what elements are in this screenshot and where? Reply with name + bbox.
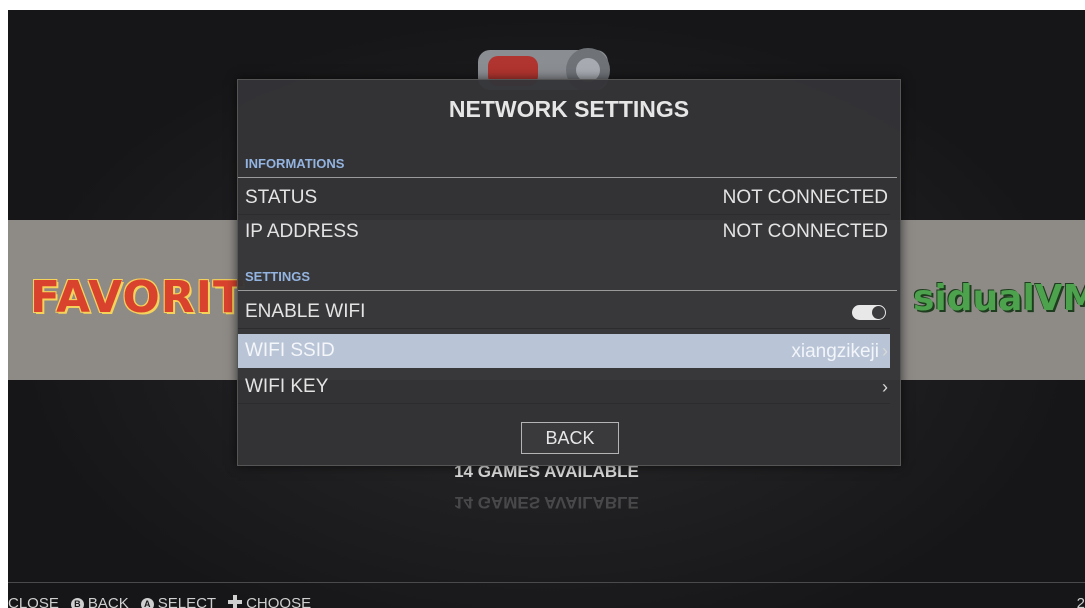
wifi-ssid-row[interactable]: WIFI SSID xiangzikeji › — [238, 334, 890, 368]
status-label: STATUS — [245, 187, 318, 208]
toggle-knob — [872, 306, 885, 319]
status-row: STATUS NOT CONNECTED — [238, 181, 890, 215]
help-bar: CLOSE B BACK A SELECT CHOOSE — [8, 595, 1085, 608]
chevron-right-icon: › — [882, 377, 888, 397]
section-informations: INFORMATIONS — [238, 156, 897, 178]
chevron-right-icon: › — [882, 341, 888, 361]
favorites-banner-text: FAVORIT — [30, 272, 245, 323]
games-available-reflection: 14 GAMES AVAILABLE — [454, 493, 639, 512]
wifi-ssid-value: xiangzikeji — [791, 341, 879, 362]
back-button[interactable]: BACK — [521, 422, 619, 454]
ip-address-label: IP ADDRESS — [245, 221, 359, 242]
enable-wifi-label: ENABLE WIFI — [245, 301, 366, 322]
help-close: CLOSE — [8, 595, 59, 608]
wifi-key-row[interactable]: WIFI KEY › — [238, 370, 890, 404]
wifi-ssid-label: WIFI SSID — [245, 340, 335, 361]
wifi-key-label: WIFI KEY — [245, 376, 329, 397]
help-back: BACK — [87, 595, 129, 608]
enable-wifi-row[interactable]: ENABLE WIFI — [238, 295, 890, 329]
wifi-key-value-wrap: › — [879, 370, 888, 405]
controller-button-b-icon: B — [70, 598, 84, 608]
ip-address-value: NOT CONNECTED — [722, 221, 888, 242]
section-settings: SETTINGS — [238, 269, 897, 291]
dpad-icon — [228, 595, 243, 608]
footer-divider — [8, 582, 1085, 583]
tv-screen: FAVORIT sidualVM 14 GAMES AVAILABLE 14 G… — [8, 10, 1085, 608]
help-select: SELECT — [157, 595, 217, 608]
wifi-ssid-value-wrap: xiangzikeji › — [791, 334, 888, 369]
residualvm-banner-text: sidualVM — [913, 278, 1085, 319]
footer-right-text: 2 — [1076, 595, 1085, 608]
network-settings-dialog: NETWORK SETTINGS INFORMATIONS STATUS NOT… — [237, 79, 901, 466]
status-value: NOT CONNECTED — [722, 187, 888, 208]
dialog-title: NETWORK SETTINGS — [448, 96, 690, 122]
help-choose: CHOOSE — [246, 595, 312, 608]
controller-button-a-icon: A — [140, 598, 154, 608]
ip-address-row: IP ADDRESS NOT CONNECTED — [238, 215, 890, 249]
enable-wifi-toggle[interactable] — [852, 305, 886, 320]
